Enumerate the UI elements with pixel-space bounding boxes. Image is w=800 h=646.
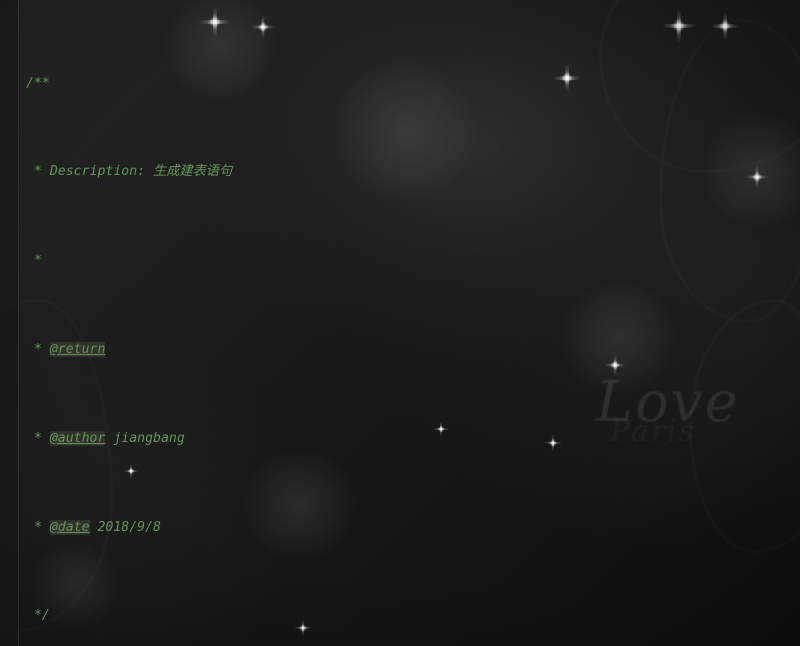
code-line[interactable]: * @date 2018/9/8 (0, 517, 800, 539)
javadoc-tag-author: @author (49, 430, 106, 446)
javadoc-tag-date: @date (49, 519, 90, 535)
code-line[interactable]: /** (0, 73, 800, 95)
code-line[interactable]: * @author jiangbang (0, 428, 800, 450)
javadoc-blank-line: * (26, 253, 42, 269)
code-line[interactable]: * Description: 生成建表语句 (0, 161, 800, 183)
code-line[interactable]: * @return (0, 339, 800, 361)
code-line[interactable]: */ (0, 605, 800, 627)
javadoc-close: */ (26, 608, 50, 624)
javadoc-description-label: * Description: (26, 164, 154, 180)
javadoc-star: * (26, 430, 50, 446)
javadoc-open: /** (26, 75, 50, 91)
javadoc-description-value: 生成建表语句 (153, 164, 233, 180)
javadoc-date-value: 2018/9/8 (97, 519, 162, 535)
javadoc-author-value: jiangbang (113, 430, 185, 446)
javadoc-star: * (26, 519, 50, 535)
javadoc-tag-return: @return (49, 342, 106, 357)
code-content[interactable]: /** * Description: 生成建表语句 * * @return * … (0, 0, 800, 646)
code-line[interactable]: * (0, 250, 800, 272)
javadoc-star: * (26, 342, 50, 357)
code-editor-window: Love Paris /** * Description: 生成建表语句 * *… (0, 0, 800, 646)
